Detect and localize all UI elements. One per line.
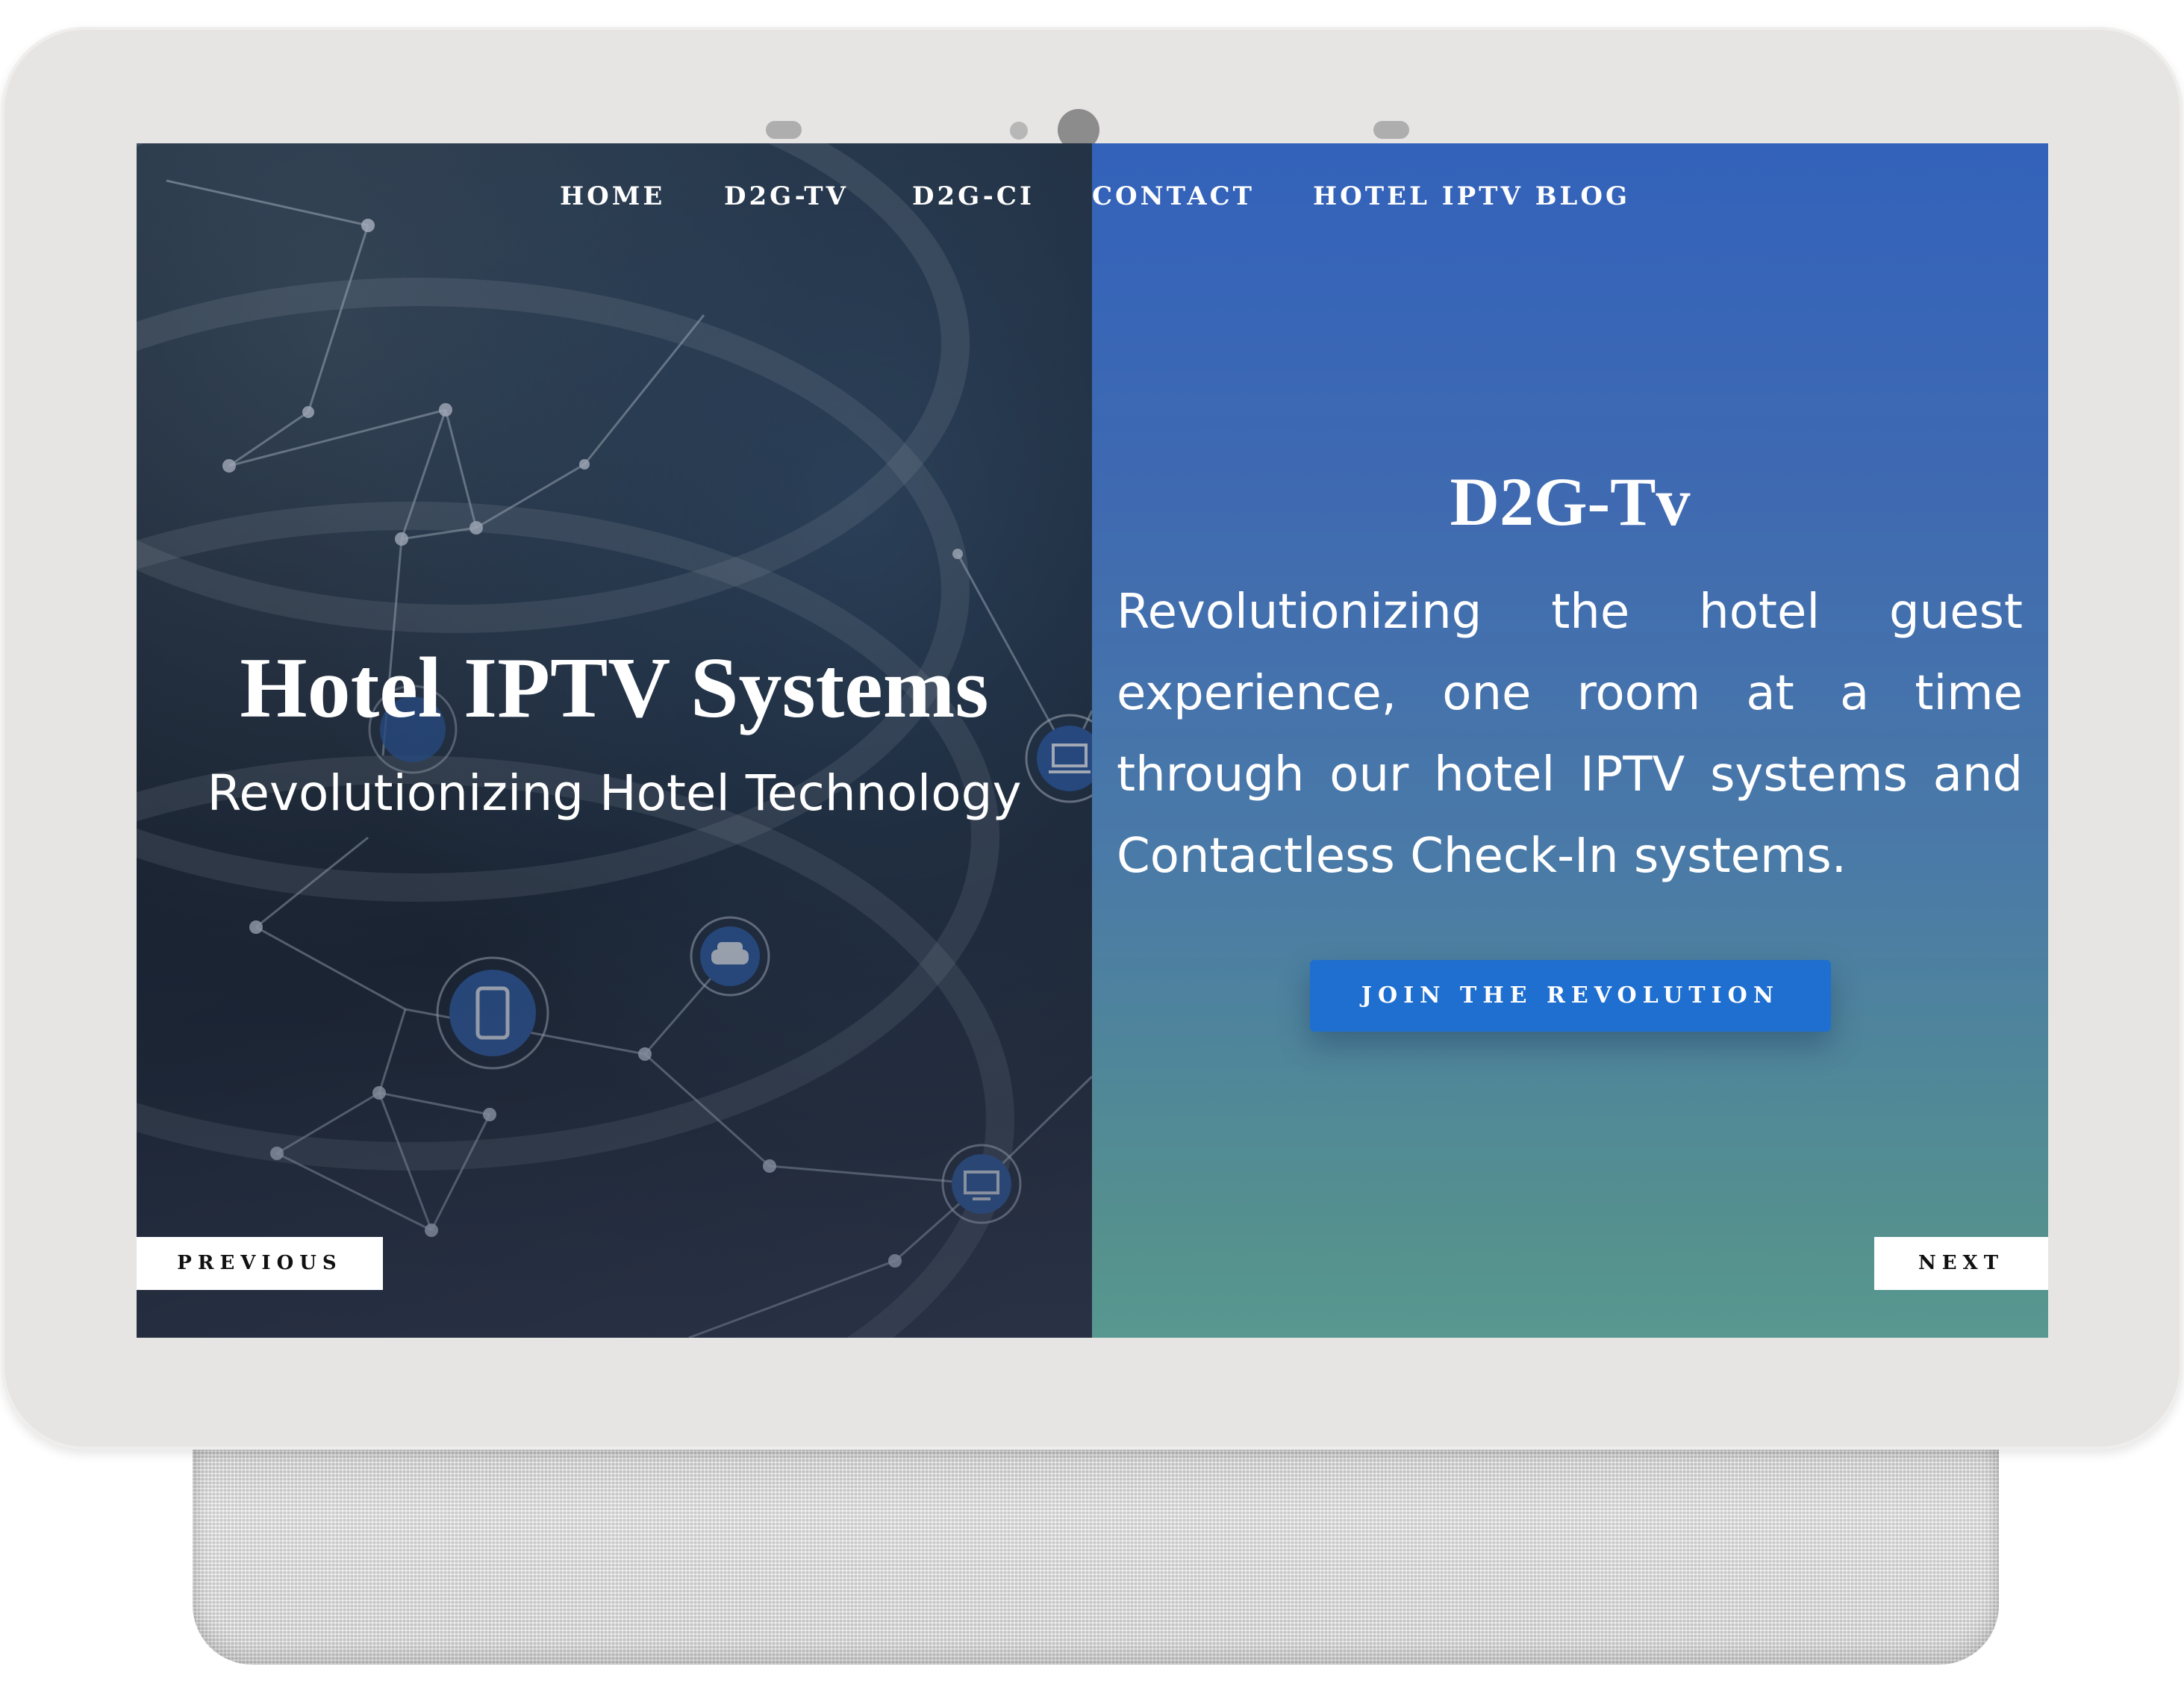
- join-revolution-button[interactable]: JOIN THE REVOLUTION: [1310, 960, 1831, 1032]
- nav-home[interactable]: HOME: [560, 178, 665, 215]
- nav-d2g-tv[interactable]: D2G-TV: [724, 178, 849, 215]
- screen: HOME D2G-TV D2G-CI CONTACT HOTEL IPTV BL…: [137, 143, 2048, 1338]
- product-title: D2G-Tv: [1450, 464, 1691, 540]
- hero-subtitle: Revolutionizing Hotel Technology: [207, 764, 1022, 822]
- next-slide-button[interactable]: NEXT: [1874, 1237, 2048, 1290]
- nav-contact[interactable]: CONTACT: [1092, 178, 1255, 215]
- main-nav: HOME D2G-TV D2G-CI CONTACT HOTEL IPTV BL…: [137, 178, 2048, 215]
- sensor-right: [1373, 121, 1409, 139]
- product-description: Revolutionizing the hotel guest experien…: [1117, 585, 2023, 884]
- nav-d2g-ci[interactable]: D2G-CI: [912, 178, 1035, 215]
- light-sensor: [1010, 122, 1028, 140]
- nav-hotel-iptv-blog[interactable]: HOTEL IPTV BLOG: [1313, 178, 1630, 215]
- sensor-left: [766, 121, 802, 139]
- hero-image-panel: [137, 143, 1092, 1338]
- previous-slide-button[interactable]: PREVIOUS: [137, 1237, 383, 1290]
- speaker-base: [193, 1441, 1999, 1665]
- device-mockup: HOME D2G-TV D2G-CI CONTACT HOTEL IPTV BL…: [0, 0, 2184, 1708]
- hero-title: Hotel IPTV Systems: [240, 640, 989, 736]
- image-overlay: [137, 143, 1092, 1338]
